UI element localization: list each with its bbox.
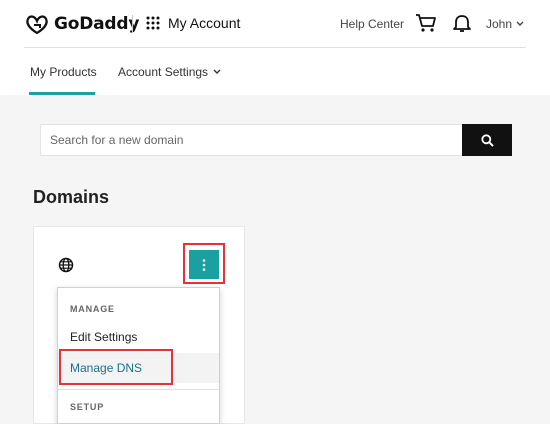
apps-grid-icon[interactable] [146,16,160,30]
chevron-down-icon [516,21,524,26]
nav-tabs: My Products Account Settings [0,48,550,95]
account-title[interactable]: My Account [168,15,240,31]
kebab-menu-icon [202,258,206,271]
brand-name: GoDaddy [54,14,140,34]
godaddy-logo-icon [26,15,48,35]
domain-options-button[interactable] [189,250,219,279]
brand-logo[interactable]: GoDaddy [24,13,139,35]
domains-title: Domains [33,187,110,207]
domain-search [40,124,512,156]
domain-search-input[interactable] [40,124,462,156]
chevron-down-icon [213,69,221,74]
cart-icon[interactable] [415,13,437,33]
user-name: John [486,17,513,31]
search-icon [480,133,494,147]
tab-my-products[interactable]: My Products [30,65,97,79]
tab-account-settings-label: Account Settings [118,65,209,79]
domain-options-menu: MANAGE Edit Settings Manage DNS SETUP [57,287,220,424]
menu-heading-setup: SETUP [70,402,105,412]
menu-item-edit-settings[interactable]: Edit Settings [58,322,219,352]
user-menu[interactable]: John [486,17,524,31]
tab-account-settings[interactable]: Account Settings [118,65,221,79]
menu-divider [58,389,219,390]
bell-icon[interactable] [453,13,471,33]
header-divider [132,15,133,33]
search-button[interactable] [462,124,512,156]
help-center-link[interactable]: Help Center [340,17,404,31]
menu-heading-manage: MANAGE [70,304,115,314]
top-header: GoDaddy My Account Help Center John [0,0,550,48]
menu-item-manage-dns[interactable]: Manage DNS [58,353,219,383]
globe-icon [58,257,74,273]
